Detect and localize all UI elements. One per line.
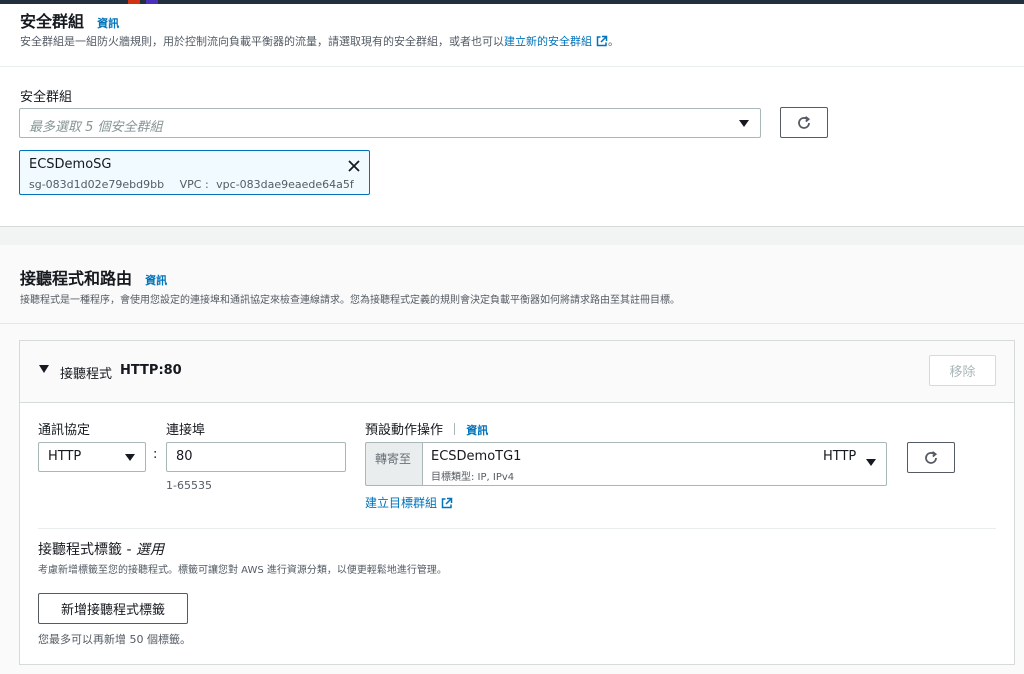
separator <box>454 423 456 435</box>
token-details: sg-083d1d02e79ebd9bb VPC : vpc-083dae9ea… <box>29 178 354 191</box>
security-groups-description: 安全群組是一組防火牆規則，用於控制流向負載平衡器的流量，請選取現有的安全群組，或… <box>20 33 619 49</box>
protocol-select[interactable]: HTTP <box>38 442 146 472</box>
target-group-protocol: HTTP <box>823 449 857 464</box>
listeners-routing-panel: 接聽程式和路由 資訊 接聽程式是一種程序，會使用您設定的連接埠和通訊協定來檢查連… <box>0 245 1024 674</box>
security-groups-info-link[interactable]: 資訊 <box>97 17 119 30</box>
listener-tags-title: 接聽程式標籤 - 選用 <box>38 539 164 559</box>
refresh-icon <box>925 450 938 464</box>
listeners-header: 接聽程式和路由 資訊 <box>20 265 167 289</box>
selected-security-group-token: ECSDemoSG sg-083d1d02e79ebd9bb VPC : vpc… <box>19 150 370 195</box>
chevron-down-icon <box>739 120 749 127</box>
chevron-down-icon <box>866 459 876 466</box>
security-groups-select[interactable]: 最多選取 5 個安全群組 <box>19 108 761 138</box>
forward-to-addon: 轉寄至 <box>365 442 422 486</box>
listeners-description: 接聽程式是一種程序，會使用您設定的連接埠和通訊協定來檢查連線請求。您為接聽程式定… <box>20 295 680 306</box>
section-divider <box>0 323 1024 324</box>
default-action-header: 預設動作操作 資訊 <box>365 419 488 438</box>
add-listener-tag-button[interactable]: 新增接聽程式標籤 <box>38 593 188 624</box>
protocol-value: HTTP <box>48 449 82 464</box>
security-groups-description-end: 。 <box>608 35 619 48</box>
external-link-icon[interactable] <box>441 497 453 509</box>
security-groups-panel: 安全群組 資訊 安全群組是一組防火牆規則，用於控制流向負載平衡器的流量，請選取現… <box>0 4 1024 226</box>
refresh-security-groups-button[interactable] <box>780 107 828 138</box>
refresh-target-groups-button[interactable] <box>907 442 955 473</box>
token-id: sg-083d1d02e79ebd9bb <box>29 178 165 191</box>
expand-caret-icon[interactable] <box>39 365 49 373</box>
listener-container: 接聽程式 HTTP:80 移除 通訊協定 HTTP : 連接埠 80 1-655… <box>19 340 1015 665</box>
tags-optional-text: 選用 <box>135 542 164 558</box>
close-icon[interactable] <box>347 159 361 173</box>
tags-remaining-hint: 您最多可以再新增 50 個標籤。 <box>38 633 191 646</box>
port-value: 80 <box>176 449 193 464</box>
security-groups-title: 安全群組 <box>20 12 85 31</box>
security-groups-field-label: 安全群組 <box>20 90 73 105</box>
section-divider <box>0 66 1024 67</box>
listeners-info-link[interactable]: 資訊 <box>145 274 167 287</box>
target-group-meta: 目標類型: IP, IPv4 <box>431 472 515 483</box>
target-group-name: ECSDemoTG1 <box>431 449 522 464</box>
protocol-label: 通訊協定 <box>38 423 91 438</box>
remove-listener-button[interactable]: 移除 <box>929 355 996 386</box>
create-target-group-link[interactable]: 建立目標群組 <box>365 496 437 510</box>
security-groups-description-text: 安全群組是一組防火牆規則，用於控制流向負載平衡器的流量，請選取現有的安全群組，或… <box>20 35 504 48</box>
tags-divider <box>38 528 996 529</box>
section-gap <box>0 226 1024 245</box>
port-label: 連接埠 <box>166 423 206 438</box>
listener-header-label: 接聽程式 <box>60 367 113 382</box>
token-vpc-id: vpc-083dae9eaede64a5f <box>216 178 354 191</box>
protocol-port-separator: : <box>153 447 158 462</box>
tags-title-text: 接聽程式標籤 - <box>38 542 136 558</box>
default-action-info-link[interactable]: 資訊 <box>466 424 488 437</box>
security-groups-select-placeholder: 最多選取 5 個安全群組 <box>29 120 163 135</box>
chevron-down-icon <box>125 454 135 461</box>
listeners-title: 接聽程式和路由 <box>20 269 133 288</box>
token-name: ECSDemoSG <box>29 157 112 172</box>
port-input[interactable]: 80 <box>166 442 346 472</box>
create-target-group-row: 建立目標群組 <box>365 494 453 511</box>
listener-header-value: HTTP:80 <box>120 363 182 378</box>
port-hint: 1-65535 <box>166 479 212 492</box>
external-link-icon[interactable] <box>596 35 608 47</box>
target-group-select[interactable]: ECSDemoTG1 目標類型: IP, IPv4 HTTP <box>422 442 887 486</box>
token-vpc-label: VPC : <box>179 178 209 191</box>
security-groups-header: 安全群組 資訊 <box>20 8 119 32</box>
forward-to-label: 轉寄至 <box>375 452 412 466</box>
listener-tags-description: 考慮新增標籤至您的接聽程式。標籤可讓您對 AWS 進行資源分類，以便更輕鬆地進行… <box>38 565 447 576</box>
listener-header[interactable]: 接聽程式 HTTP:80 移除 <box>20 341 1014 403</box>
default-action-label: 預設動作操作 <box>365 423 444 438</box>
create-security-group-link[interactable]: 建立新的安全群組 <box>504 35 592 48</box>
refresh-icon <box>798 115 811 129</box>
